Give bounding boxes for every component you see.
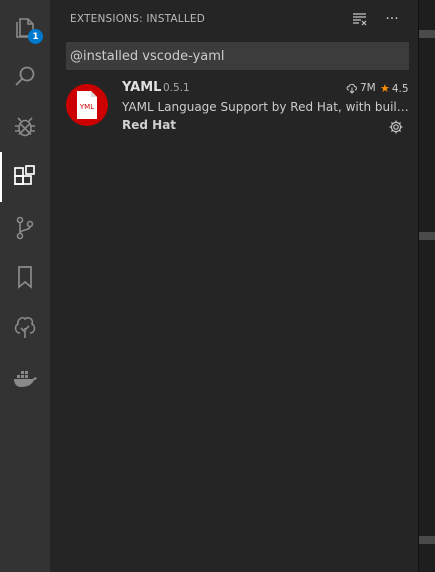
activity-tree[interactable] [0, 302, 50, 352]
activity-explorer[interactable]: 1 [0, 2, 50, 52]
rating-value: 4.5 [391, 82, 409, 95]
scroll-marker [419, 30, 435, 38]
extensions-sidebar: EXTENSIONS: INSTALLED ··· YML YAML 0.5.1… [50, 0, 418, 572]
extension-name: YAML [122, 80, 162, 95]
extension-version: 0.5.1 [163, 82, 190, 94]
sidebar-title: EXTENSIONS: INSTALLED [70, 13, 205, 25]
tree-icon [14, 317, 36, 338]
extension-rating: ★ 4.5 [380, 82, 409, 95]
search-icon [15, 66, 35, 86]
cloud-download-icon [346, 83, 357, 94]
activity-debug[interactable] [0, 102, 50, 152]
download-count: 7M [360, 82, 376, 94]
extension-list-item[interactable]: YML YAML 0.5.1 7M ★ 4.5 YAML Language Su… [50, 76, 418, 138]
extensions-search-input[interactable] [66, 42, 409, 70]
extension-publisher: Red Hat [122, 118, 177, 132]
gear-icon[interactable] [388, 119, 404, 135]
notification-badge: 1 [28, 29, 43, 44]
star-icon: ★ [380, 82, 390, 95]
activity-source-control[interactable] [0, 203, 50, 253]
scroll-marker [419, 232, 435, 240]
sidebar-divider[interactable] [418, 0, 419, 572]
bookmark-icon [18, 266, 32, 289]
bug-icon [15, 117, 35, 137]
activity-docker[interactable] [0, 352, 50, 402]
clear-list-icon[interactable] [351, 10, 369, 28]
extension-downloads: 7M [346, 82, 376, 94]
git-branch-icon [16, 216, 34, 240]
activity-bar: 1 [0, 0, 50, 572]
activity-search[interactable] [0, 52, 50, 102]
extensions-icon [14, 165, 35, 185]
extension-logo: YML [66, 84, 108, 126]
more-actions-icon[interactable]: ··· [383, 10, 401, 28]
extension-description: YAML Language Support by Red Hat, with b… [122, 100, 409, 114]
logo-text: YML [79, 103, 94, 111]
activity-bookmarks[interactable] [0, 252, 50, 302]
editor-area [418, 0, 435, 572]
scroll-marker [419, 536, 435, 544]
sidebar-header: EXTENSIONS: INSTALLED ··· [50, 0, 418, 38]
activity-extensions[interactable] [0, 152, 50, 202]
docker-icon [14, 371, 37, 387]
